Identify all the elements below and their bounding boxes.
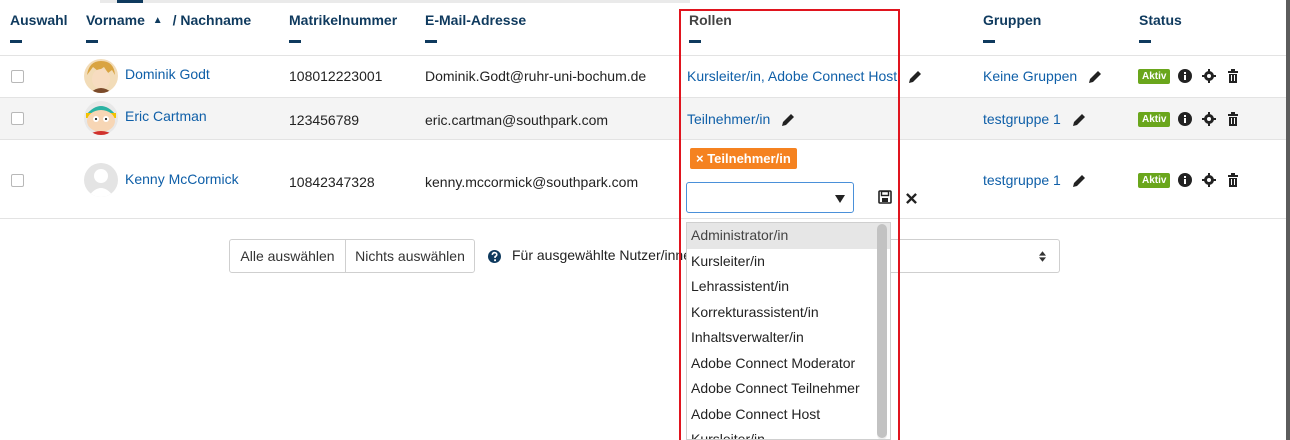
- role-option[interactable]: Inhaltsverwalter/in: [687, 325, 890, 351]
- row-select-checkbox[interactable]: [11, 174, 24, 187]
- groups-cell: testgruppe 1: [983, 172, 1087, 189]
- user-name-link[interactable]: Dominik Godt: [125, 66, 210, 82]
- header-vorname[interactable]: Vorname: [86, 12, 145, 28]
- header-status[interactable]: Status: [1139, 12, 1182, 43]
- edit-pencil-icon[interactable]: [1071, 173, 1087, 189]
- role-option[interactable]: Administrator/in: [687, 223, 890, 249]
- info-icon[interactable]: [1178, 173, 1192, 187]
- pagination-active-marker: [117, 0, 143, 3]
- window-edge: [1286, 0, 1290, 440]
- user-name-link[interactable]: Kenny McCormick: [125, 171, 239, 187]
- status-badge: Aktiv: [1138, 112, 1171, 127]
- row-select-checkbox[interactable]: [11, 112, 24, 125]
- status-badge: Aktiv: [1138, 69, 1171, 84]
- role-option[interactable]: Kursleiter/in: [687, 427, 890, 439]
- trash-icon[interactable]: [1226, 69, 1240, 83]
- groups-cell: testgruppe 1: [983, 111, 1087, 128]
- sort-asc-icon[interactable]: ▲: [153, 15, 163, 26]
- header-email[interactable]: E-Mail-Adresse: [425, 12, 526, 43]
- role-dropdown-list[interactable]: Administrator/in Kursleiter/in Lehrassiste…: [686, 222, 891, 440]
- roles-text[interactable]: Teilnehmer/in: [687, 111, 770, 127]
- dropdown-scrollbar[interactable]: [877, 224, 887, 439]
- matrikelnummer: 123456789: [289, 112, 360, 128]
- save-icon[interactable]: [878, 190, 892, 204]
- edit-pencil-icon[interactable]: [1071, 112, 1087, 128]
- groups-cell: Keine Gruppen: [983, 68, 1103, 85]
- role-select[interactable]: [686, 182, 854, 213]
- roles-text[interactable]: Kursleiter/in, Adobe Connect Host: [687, 68, 897, 84]
- role-option[interactable]: Lehrassistent/in: [687, 274, 890, 300]
- avatar[interactable]: [84, 59, 118, 93]
- status-badge: Aktiv: [1138, 173, 1171, 188]
- email-address: eric.cartman@southpark.com: [425, 112, 609, 128]
- edit-pencil-icon[interactable]: [907, 69, 923, 85]
- groups-text[interactable]: Keine Gruppen: [983, 68, 1077, 84]
- table-row: Kenny McCormick 10842347328 kenny.mccorm…: [0, 140, 1290, 218]
- bulk-action-select[interactable]: [880, 239, 1060, 273]
- avatar[interactable]: [84, 163, 118, 197]
- table-row: Eric Cartman 123456789 eric.cartman@sout…: [0, 98, 1290, 139]
- role-option[interactable]: Adobe Connect Teilnehmer: [687, 376, 890, 402]
- roles-cell: Teilnehmer/in: [687, 111, 796, 128]
- trash-icon[interactable]: [1226, 112, 1240, 126]
- header-vorname-nachname[interactable]: Vorname ▲ / Nachname: [86, 12, 251, 43]
- select-updown-icon[interactable]: [1039, 251, 1046, 262]
- help-icon[interactable]: [488, 250, 501, 263]
- row-select-checkbox[interactable]: [11, 70, 24, 83]
- roles-cell: Kursleiter/in, Adobe Connect Host: [687, 68, 923, 85]
- groups-text[interactable]: testgruppe 1: [983, 111, 1061, 127]
- role-option[interactable]: Kursleiter/in: [687, 249, 890, 275]
- role-option[interactable]: Adobe Connect Moderator: [687, 351, 890, 377]
- user-name-link[interactable]: Eric Cartman: [125, 108, 207, 124]
- gear-icon[interactable]: [1202, 173, 1216, 187]
- dropdown-scrollbar-thumb[interactable]: [877, 224, 887, 438]
- edit-pencil-icon[interactable]: [780, 112, 796, 128]
- trash-icon[interactable]: [1226, 173, 1240, 187]
- header-auswahl: Auswahl: [10, 12, 68, 43]
- avatar[interactable]: [84, 101, 118, 135]
- dropdown-caret-icon[interactable]: [835, 195, 845, 203]
- header-nachname[interactable]: / Nachname: [173, 12, 252, 28]
- email-address: Dominik.Godt@ruhr-uni-bochum.de: [425, 68, 647, 84]
- select-all-button[interactable]: Alle auswählen: [229, 239, 346, 273]
- gear-icon[interactable]: [1202, 69, 1216, 83]
- close-icon[interactable]: [906, 193, 917, 204]
- gear-icon[interactable]: [1202, 112, 1216, 126]
- header-rollen[interactable]: Rollen: [689, 12, 732, 43]
- pagination-strip: [100, 0, 690, 3]
- groups-text[interactable]: testgruppe 1: [983, 172, 1061, 188]
- edit-pencil-icon[interactable]: [1087, 69, 1103, 85]
- header-matrikelnummer[interactable]: Matrikelnummer: [289, 12, 397, 43]
- email-address: kenny.mccormick@southpark.com: [425, 174, 639, 190]
- info-icon[interactable]: [1178, 69, 1192, 83]
- bulk-action-label: Für ausgewählte Nutzer/innen: [512, 247, 686, 263]
- info-icon[interactable]: [1178, 112, 1192, 126]
- role-option[interactable]: Adobe Connect Host: [687, 402, 890, 428]
- role-option[interactable]: Korrekturassistent/in: [687, 300, 890, 326]
- matrikelnummer: 10842347328: [289, 174, 375, 190]
- role-options: Administrator/in Kursleiter/in Lehrassiste…: [687, 223, 890, 439]
- header-gruppen[interactable]: Gruppen: [983, 12, 1041, 43]
- select-none-button[interactable]: Nichts auswählen: [345, 239, 475, 273]
- role-tag-teilnehmer[interactable]: × Teilnehmer/in: [690, 148, 797, 169]
- table-row: Dominik Godt 108012223001 Dominik.Godt@r…: [0, 56, 1290, 97]
- matrikelnummer: 108012223001: [289, 68, 383, 84]
